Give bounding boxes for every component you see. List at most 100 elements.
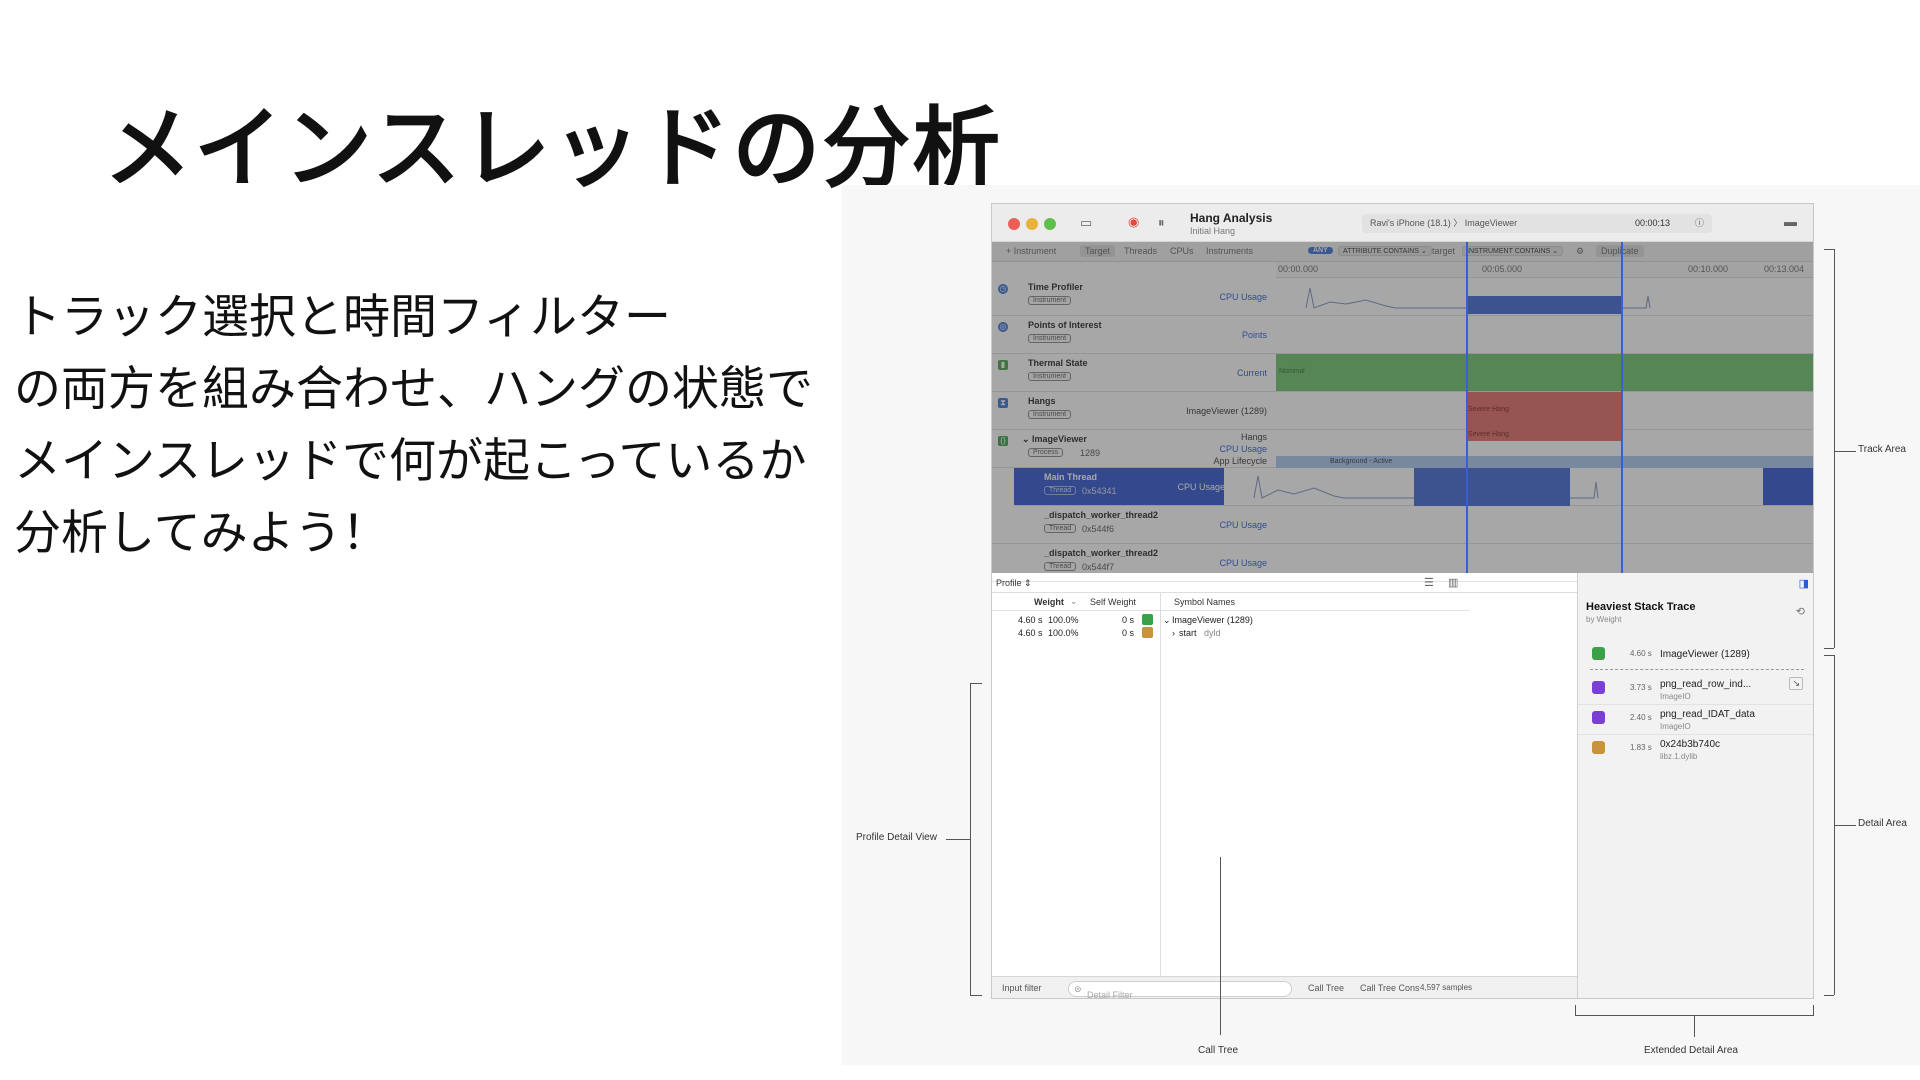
panel-layout-icon[interactable]: ▬ [1784, 214, 1797, 229]
symbol-column-header[interactable]: Symbol Names [1160, 593, 1469, 611]
disclosure-open-icon[interactable]: ⌄ [1163, 615, 1171, 626]
title-bar: ▭ ◉ ⏸ Hang Analysis Initial Hang Ravi's … [992, 204, 1813, 242]
document-subtitle: Initial Hang [1190, 226, 1236, 236]
time-ruler[interactable]: 00:00.000 00:05.000 00:10.000 00:13.004 [1276, 262, 1813, 278]
track-badge: Thread [1044, 562, 1077, 571]
extended-area-bracket [1813, 1005, 1814, 1015]
inspector-toggle-icon[interactable]: ◨ [1799, 577, 1809, 590]
stack-frame[interactable]: 4.60 s ImageViewer (1289) [1578, 641, 1813, 671]
frame-name: png_read_row_ind... [1660, 679, 1752, 690]
pause-icon[interactable]: ⏸ [1158, 215, 1165, 231]
track-metric: App Lifecycle [1213, 456, 1267, 466]
process-graph: Severe Hang Background - Active [1276, 430, 1813, 468]
profile-bar: Profile ⇕ ☰ ▥ [992, 573, 1577, 593]
track-time-profiler[interactable]: ◷ Time Profiler Instrument CPU Usage [992, 278, 1813, 316]
track-name: Thermal State [1028, 358, 1088, 368]
tab-cpus[interactable]: CPUs [1170, 246, 1194, 256]
track-area-bracket [1824, 249, 1834, 250]
record-icon[interactable]: ◉ [1128, 214, 1139, 230]
self-weight-header[interactable]: Self Weight [1090, 597, 1136, 607]
add-instrument-button[interactable]: + Instrument [1006, 246, 1056, 256]
call-tree-button[interactable]: Call Tree [1308, 983, 1344, 993]
tab-target[interactable]: Target [1080, 245, 1116, 257]
device-target-selector[interactable]: Ravi's iPhone (18.1) 〉 ImageViewer 00:00… [1362, 214, 1712, 233]
filter-icon: ⊜ [1074, 984, 1082, 994]
sample-count: 4,597 samples [1420, 983, 1473, 992]
sort-chevron-icon[interactable]: ⌄ [1070, 596, 1078, 607]
frame-library: ImageIO [1660, 722, 1691, 731]
duplicate-button[interactable]: Duplicate [1596, 245, 1644, 257]
framework-icon [1592, 681, 1605, 694]
track-metric: CPU Usage [1219, 444, 1267, 454]
frame-name: 0x24b3b740c [1660, 739, 1721, 750]
track-metric: CPU Usage [1219, 292, 1267, 302]
symbol-names-header[interactable]: Symbol Names [1174, 597, 1235, 607]
track-points-of-interest[interactable]: ◎ Points of Interest Instrument Points [992, 316, 1813, 354]
tab-threads[interactable]: Threads [1124, 246, 1157, 256]
track-thermal-state[interactable]: ▮ Thermal State Instrument Current Nomin… [992, 354, 1813, 392]
lifecycle-label: Background - Active [1330, 458, 1393, 465]
detail-footer: Input filter ⊜ Detail Filter Call Tree C… [992, 976, 1577, 998]
disclosure-closed-icon[interactable]: › [1172, 628, 1175, 638]
stack-frame[interactable]: 3.73 s png_read_row_ind... ImageIO ↘ [1578, 675, 1813, 705]
row-symbol: start [1179, 628, 1197, 638]
detail-area-leader [1834, 825, 1856, 826]
track-name: Time Profiler [1028, 282, 1083, 292]
extended-area-bracket [1575, 1005, 1576, 1015]
track-name: _dispatch_worker_thread2 [1044, 548, 1159, 558]
selection-end-line[interactable] [1621, 242, 1623, 573]
profile-detail-view-label: Profile Detail View [856, 832, 937, 843]
filter-any-token[interactable]: ANY [1308, 247, 1333, 254]
tab-instruments[interactable]: Instruments [1206, 246, 1253, 256]
profile-view-bracket [970, 683, 971, 995]
thermal-state-label: Nominal [1279, 368, 1305, 375]
info-icon[interactable]: ⓘ [1695, 214, 1704, 233]
attribute-contains-dropdown[interactable]: ATTRIBUTE CONTAINS ⌄ [1338, 246, 1432, 256]
profile-view-bracket [970, 683, 982, 684]
thermometer-icon: ▮ [998, 360, 1008, 370]
minimize-button[interactable] [1026, 218, 1038, 230]
hangs-graph: Severe Hang [1276, 392, 1813, 430]
detail-filter-input[interactable]: ⊜ Detail Filter [1068, 981, 1292, 998]
zoom-button[interactable] [1044, 218, 1056, 230]
sidebar-toggle-icon[interactable]: ▭ [1080, 215, 1092, 231]
track-badge: Thread [1044, 486, 1077, 495]
list-view-icon[interactable]: ☰ [1424, 576, 1434, 589]
filter-target-text: target [1432, 246, 1456, 256]
weight-column-header[interactable]: Weight ⌄ Self Weight [992, 593, 1160, 611]
frame-time: 3.73 s [1630, 683, 1652, 692]
ruler-tick: 00:10.000 [1688, 264, 1729, 274]
row-symbol: ImageViewer (1289) [1172, 615, 1253, 625]
disclosure-chevron-icon[interactable]: ⌄ [1022, 434, 1032, 444]
track-hangs[interactable]: ⧗ Hangs Instrument ImageViewer (1289) Se… [992, 392, 1813, 430]
track-main-thread[interactable]: Main Thread Thread 0x54341 CPU Usage [1014, 468, 1813, 506]
row-percent: 100.0% [1048, 615, 1079, 625]
call-tree-constraints-button[interactable]: Call Tree Cons [1360, 983, 1420, 993]
instrument-contains-dropdown[interactable]: INSTRUMENT CONTAINS ⌄ [1462, 246, 1564, 256]
filter-settings-icon[interactable]: ⚙ [1576, 246, 1584, 257]
track-area-bracket [1834, 249, 1835, 648]
close-button[interactable] [1008, 218, 1020, 230]
track-dispatch-worker-1[interactable]: _dispatch_worker_thread2 Thread 0x544f6 … [992, 506, 1813, 544]
track-badge: Instrument [1028, 372, 1072, 381]
body-line-3: メインスレッドで何が起こっているか [14, 434, 807, 489]
track-imageviewer-process[interactable]: {} ⌄ ImageViewer Process 1289 Hangs CPU … [992, 430, 1813, 468]
focus-frame-icon[interactable]: ↘ [1789, 677, 1803, 690]
selection-start-line[interactable] [1466, 242, 1468, 573]
stack-frame[interactable]: 1.83 s 0x24b3b740c libz.1.dylib [1578, 735, 1813, 765]
track-area-bracket [1824, 648, 1834, 649]
track-badge: Thread [1044, 524, 1077, 533]
profile-selector[interactable]: Profile ⇕ [996, 578, 1032, 589]
input-filter-button[interactable]: Input filter [1002, 983, 1042, 993]
frame-library: libz.1.dylib [1660, 752, 1698, 761]
track-badge: Process [1028, 448, 1064, 457]
stack-frame[interactable]: 2.40 s png_read_IDAT_data ImageIO [1578, 705, 1813, 735]
detail-area-label: Detail Area [1858, 818, 1907, 829]
track-metric: Current [1236, 368, 1267, 378]
refresh-icon[interactable]: ⟲ [1796, 605, 1805, 618]
profile-view-leader [946, 839, 970, 840]
weight-header[interactable]: Weight [1034, 597, 1064, 607]
graph-view-icon[interactable]: ▥ [1448, 576, 1458, 589]
process-name: ImageViewer [1032, 434, 1087, 444]
app-icon [1142, 614, 1153, 625]
